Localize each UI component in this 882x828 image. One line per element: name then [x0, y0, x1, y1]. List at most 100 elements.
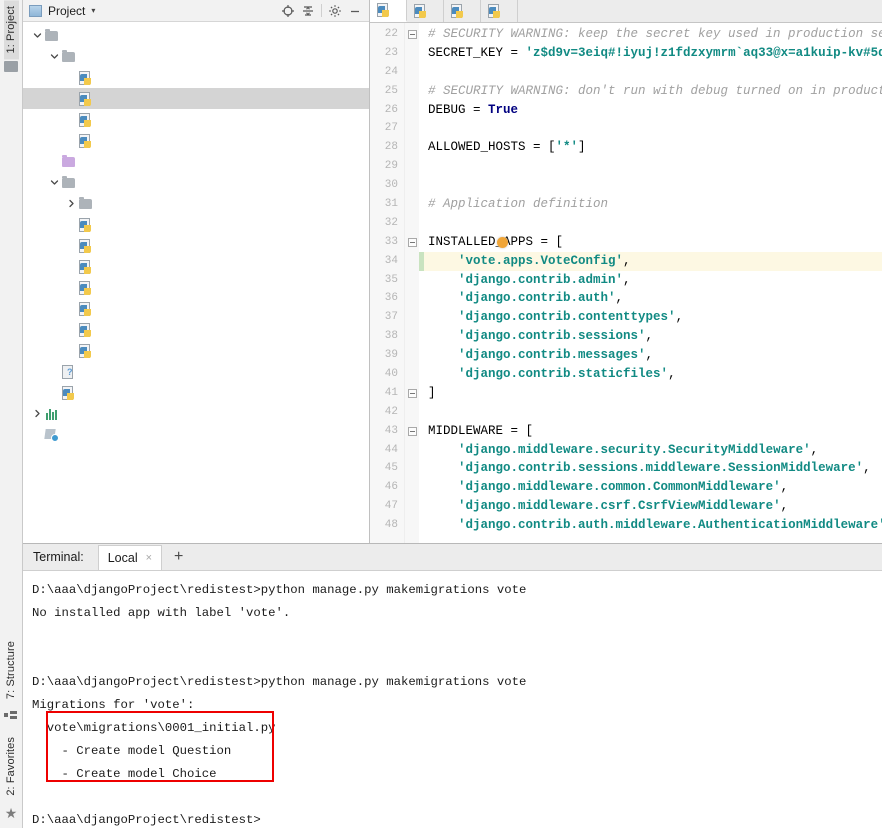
chevron-right-icon[interactable]: [31, 409, 44, 418]
line-number: 47: [384, 500, 398, 513]
line-number: 46: [384, 481, 398, 494]
code-line[interactable]: 'django.middleware.csrf.CsrfViewMiddlewa…: [424, 497, 882, 516]
tree-item-tests-py[interactable]: [23, 298, 369, 319]
tool-window-button-project[interactable]: 1: Project: [3, 0, 19, 60]
gear-icon[interactable]: [325, 2, 345, 20]
code-line[interactable]: 'django.contrib.auth',: [424, 289, 882, 308]
tree-item-__init__-py[interactable]: [23, 67, 369, 88]
code-editor[interactable]: 22 23 24 25 26 27 28 29 30 31 32 33 34 35 36 37 38 39 40 41…: [370, 23, 882, 544]
chevron-down-icon[interactable]: [48, 52, 61, 61]
terminal-line: D:\aaa\djangoProject\redistest>python ma…: [32, 675, 527, 690]
tree-item-views-py[interactable]: [23, 340, 369, 361]
code-line[interactable]: DEBUG = True: [424, 101, 882, 120]
python-icon: [78, 280, 94, 296]
code-line[interactable]: ALLOWED_HOSTS = ['*']: [424, 138, 882, 157]
chevron-right-icon[interactable]: [65, 199, 78, 208]
upper-area: Project ▾ ? 22 23 24 25 26 27 28 29 30 3…: [23, 0, 882, 544]
code-line[interactable]: INSTALLED_APPS = [: [424, 233, 882, 252]
code-line[interactable]: 'django.contrib.messages',: [424, 346, 882, 365]
code-line[interactable]: 'django.contrib.staticfiles',: [424, 365, 882, 384]
tree-item-scratches-and-consoles[interactable]: [23, 424, 369, 445]
editor-tab-bar[interactable]: [370, 0, 882, 23]
fold-toggle-icon[interactable]: [405, 422, 419, 441]
minimize-icon[interactable]: [345, 2, 365, 20]
code-line[interactable]: MIDDLEWARE = [: [424, 422, 882, 441]
tree-item-settings-py[interactable]: [23, 88, 369, 109]
folder-icon: [44, 28, 60, 44]
line-number: 32: [384, 216, 398, 229]
locate-icon[interactable]: [278, 2, 298, 20]
project-tree[interactable]: ?: [23, 22, 369, 544]
tree-item-admin-py[interactable]: [23, 235, 369, 256]
terminal-output[interactable]: D:\aaa\djangoProject\redistest>python ma…: [23, 571, 882, 828]
tree-item-models-py[interactable]: [23, 277, 369, 298]
line-number-gutter: 22 23 24 25 26 27 28 29 30 31 32 33 34 35 36 37 38 39 40 41…: [370, 23, 405, 544]
code-line[interactable]: [424, 157, 882, 176]
code-line[interactable]: 'django.contrib.sessions.middleware.Sess…: [424, 459, 882, 478]
chevron-down-icon[interactable]: ▾: [91, 6, 95, 15]
tool-window-button-structure[interactable]: 7: Structure: [4, 635, 19, 705]
tree-item-apps-py[interactable]: [23, 256, 369, 277]
code-line[interactable]: SECRET_KEY = 'z$d9v=3eiq#!iyuj!z1fdzxymr…: [424, 44, 882, 63]
fold-toggle-icon[interactable]: [405, 233, 419, 252]
chevron-down-icon[interactable]: [48, 178, 61, 187]
code-line[interactable]: ]: [424, 384, 882, 403]
line-number: 38: [384, 330, 398, 343]
code-line[interactable]: 'django.contrib.admin',: [424, 271, 882, 290]
code-token: INSTALLED_APPS = [: [428, 234, 564, 249]
tree-item-redistest[interactable]: [23, 25, 369, 46]
code-line[interactable]: # SECURITY WARNING: don't run with debug…: [424, 82, 882, 101]
tree-item-manage-py[interactable]: [23, 382, 369, 403]
tree-item-vote[interactable]: [23, 172, 369, 193]
code-lines[interactable]: # SECURITY WARNING: keep the secret key …: [424, 23, 882, 543]
editor-tab-redistest-__init__-py[interactable]: [407, 0, 444, 22]
tree-item-urls-py[interactable]: [23, 109, 369, 130]
main-area: Project ▾ ? 22 23 24 25 26 27 28 29 30 3…: [23, 0, 882, 828]
code-line[interactable]: # SECURITY WARNING: keep the secret key …: [424, 25, 882, 44]
collapse-all-icon[interactable]: [298, 2, 318, 20]
terminal-line: No installed app with label 'vote'.: [32, 606, 291, 621]
code-line[interactable]: 'vote.apps.VoteConfig',: [424, 251, 882, 271]
chevron-down-icon[interactable]: [31, 31, 44, 40]
tree-item-migrations[interactable]: [23, 193, 369, 214]
code-line[interactable]: 'django.contrib.contenttypes',: [424, 308, 882, 327]
terminal-tab-local[interactable]: Local ×: [97, 544, 163, 570]
tree-item-db-sqlite3[interactable]: ?: [23, 361, 369, 382]
editor-tab-redistest-urls-py[interactable]: [444, 0, 481, 22]
ide-window: 1: Project 7: Structure 2: Favorites ★ P…: [0, 0, 882, 828]
editor-tab-settings-py[interactable]: [370, 0, 407, 22]
code-line[interactable]: [424, 119, 882, 138]
fold-toggle-icon[interactable]: [405, 384, 419, 403]
tree-item-__init__-py[interactable]: [23, 214, 369, 235]
code-token: MIDDLEWARE = [: [428, 423, 534, 438]
code-line[interactable]: 'django.contrib.auth.middleware.Authenti…: [424, 516, 882, 535]
code-line[interactable]: [424, 214, 882, 233]
fold-toggle-icon[interactable]: [405, 25, 419, 44]
new-terminal-button[interactable]: +: [174, 549, 183, 565]
code-line[interactable]: [424, 403, 882, 422]
python-icon: [61, 385, 77, 401]
close-icon[interactable]: ×: [146, 552, 152, 564]
folder-icon: [78, 196, 94, 212]
code-line[interactable]: # Application definition: [424, 195, 882, 214]
tree-item-redistest[interactable]: [23, 46, 369, 67]
tree-item-wsgi-py[interactable]: [23, 130, 369, 151]
code-line[interactable]: [424, 63, 882, 82]
tree-item-external-libraries[interactable]: [23, 403, 369, 424]
tree-item-urls-py[interactable]: [23, 319, 369, 340]
editor-tab-vote-urls-py[interactable]: [481, 0, 518, 22]
tool-window-button-favorites[interactable]: 2: Favorites: [4, 731, 19, 802]
code-line[interactable]: [424, 176, 882, 195]
fold-gutter[interactable]: [405, 23, 419, 544]
code-line[interactable]: 'django.middleware.security.SecurityMidd…: [424, 441, 882, 460]
tree-item-templates[interactable]: [23, 151, 369, 172]
code-line[interactable]: 'django.middleware.common.CommonMiddlewa…: [424, 478, 882, 497]
code-line[interactable]: 'django.contrib.sessions',: [424, 327, 882, 346]
